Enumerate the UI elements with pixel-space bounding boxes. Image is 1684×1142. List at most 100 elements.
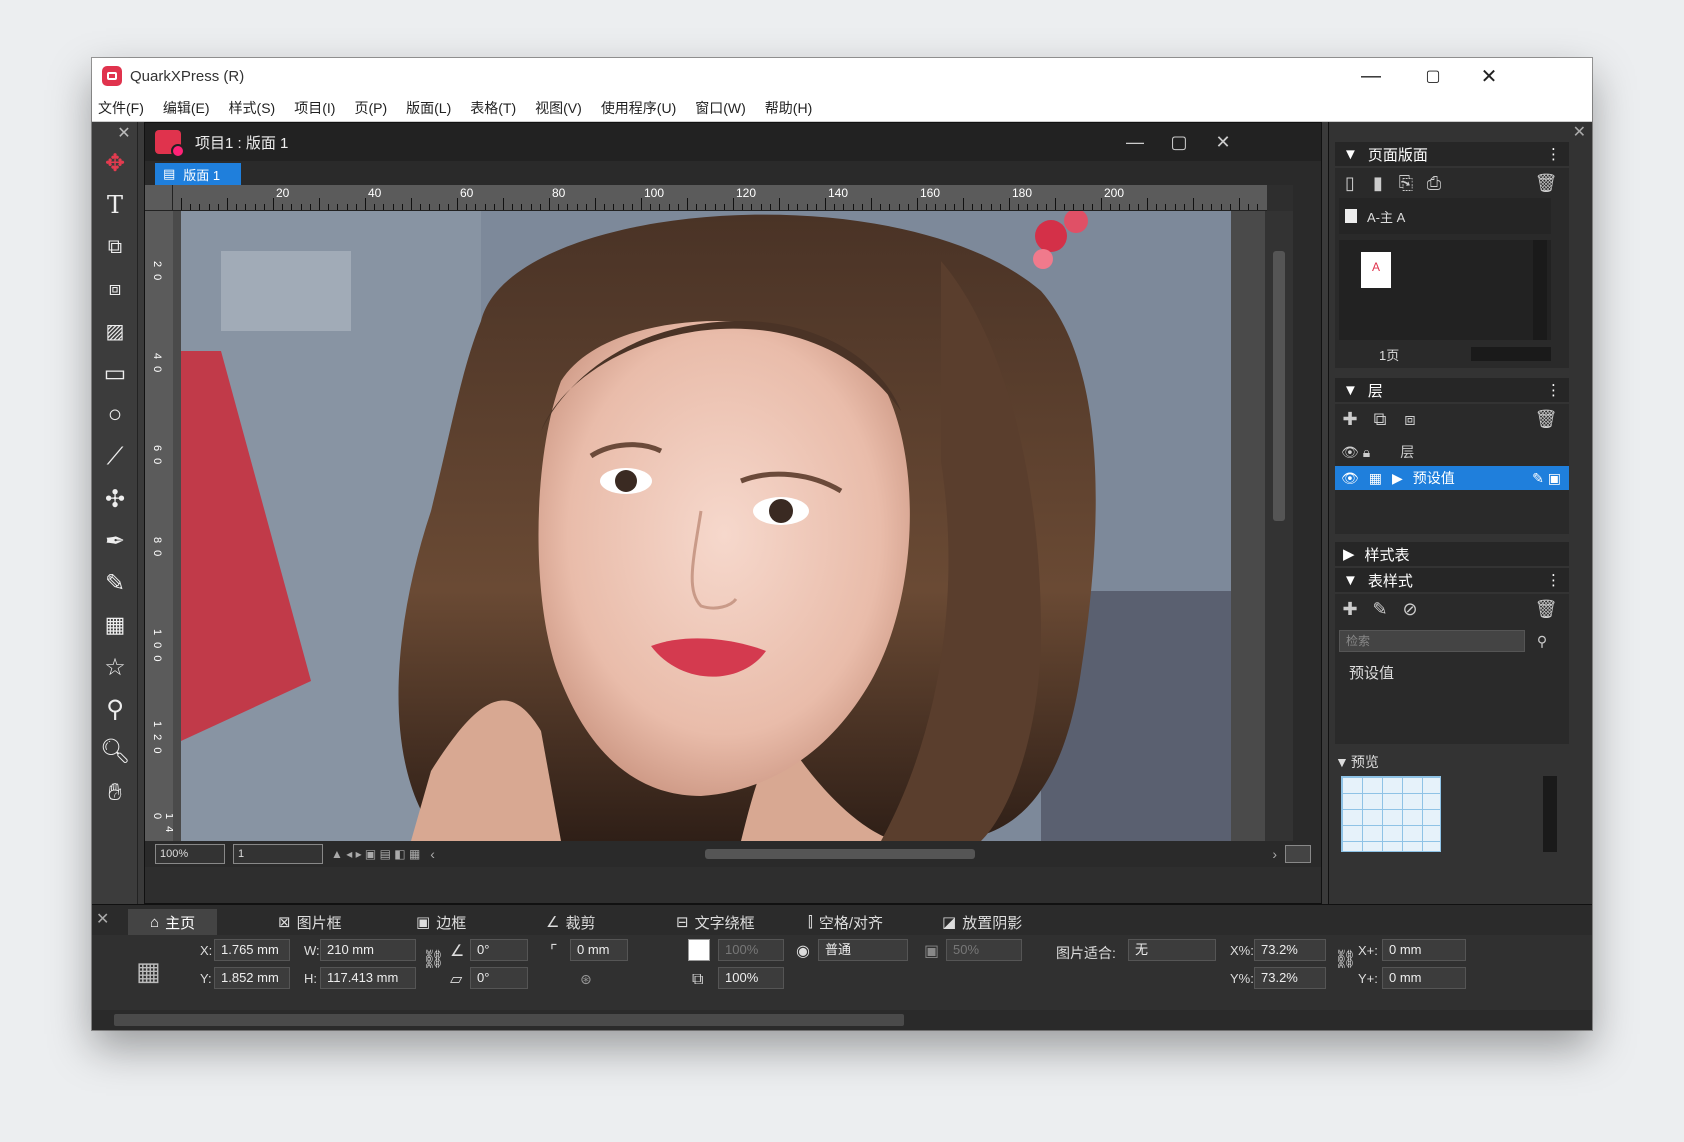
delete-page-icon[interactable]: 🗑︎ [1535, 172, 1558, 194]
page-number-field[interactable]: 1 [233, 844, 323, 864]
scroll-right-icon[interactable]: › [1272, 846, 1277, 862]
menu-layout[interactable]: 版面(L) [406, 98, 451, 118]
blank-page-icon[interactable]: ▯ [1339, 172, 1361, 194]
corner-radius-field[interactable]: 0 mm [570, 939, 628, 961]
menu-help[interactable]: 帮助(H) [765, 98, 812, 118]
collapse-triangle-icon[interactable]: ▼ [1343, 572, 1358, 589]
close-button[interactable]: ✕ [1460, 58, 1518, 94]
collapse-triangle-icon[interactable]: ▼ [1343, 382, 1358, 399]
add-table-style-icon[interactable]: ✚ [1339, 598, 1361, 620]
x-field[interactable]: 1.765 mm [214, 939, 290, 961]
scroll-left-icon[interactable]: ‹ [430, 846, 435, 862]
text-linking-tool-icon[interactable]: ⧉ [96, 228, 134, 266]
scale-link-icon[interactable]: ⛓︎ [1334, 949, 1357, 970]
edit-table-style-icon[interactable]: ✎ [1369, 598, 1391, 620]
opacity-dim-field[interactable]: 100% [718, 939, 784, 961]
menu-page[interactable]: 页(P) [354, 98, 387, 118]
doc-minimize-button[interactable]: — [1113, 123, 1157, 161]
edit-layer-icon[interactable]: ✎ ▣ [1532, 470, 1561, 487]
tab-picture-box[interactable]: ⊠ 图片框 [256, 909, 364, 935]
rotation-field[interactable]: 0° [470, 939, 528, 961]
shade-dim-field[interactable]: 50% [946, 939, 1022, 961]
collapse-triangle-icon[interactable]: ▼ [1343, 146, 1358, 163]
expand-triangle-icon[interactable]: ▶ [1343, 545, 1355, 563]
tab-space-align[interactable]: ⫿ 空格/对齐 [786, 909, 905, 935]
horizontal-ruler[interactable]: 20 40 60 80 100 120 140 160 180 200 [173, 185, 1267, 211]
x-scale-field[interactable]: 73.2% [1254, 939, 1326, 961]
expand-icon[interactable]: ▶ [1392, 470, 1403, 487]
table-styles-header[interactable]: ▼ 表样式 ⋮ [1335, 568, 1569, 592]
preview-scrollbar[interactable] [1543, 776, 1557, 852]
picture-content-tool-icon[interactable]: ▨ [96, 312, 134, 350]
page-canvas[interactable] [173, 211, 1267, 841]
oval-box-tool-icon[interactable]: ○ [96, 396, 134, 434]
duplicate-page-icon[interactable]: ⎘ [1395, 172, 1417, 194]
tab-home[interactable]: ⌂ 主页 [128, 909, 218, 935]
h-field[interactable]: 117.413 mm [320, 967, 416, 989]
color-swatch[interactable] [688, 939, 710, 961]
menu-window[interactable]: 窗口(W) [695, 98, 746, 118]
item-tool-icon[interactable]: ✥ [96, 144, 134, 182]
delete-table-style-icon[interactable]: 🗑︎ [1535, 598, 1558, 620]
x-offset-field[interactable]: 0 mm [1382, 939, 1466, 961]
line-tool-icon[interactable]: ⟋ [96, 438, 134, 476]
pan-tool-icon[interactable]: ✋︎ [96, 774, 134, 812]
close-measurements-icon[interactable]: ✕ [96, 909, 109, 929]
menu-utilities[interactable]: 使用程序(U) [601, 98, 676, 118]
freehand-tool-icon[interactable]: ✎ [96, 564, 134, 602]
drop-shadow-toggle-icon[interactable]: ▣ [924, 941, 939, 961]
ruler-origin[interactable] [145, 185, 173, 211]
style-sheets-header[interactable]: ▶ 样式表 [1335, 542, 1569, 566]
y-scale-field[interactable]: 73.2% [1254, 967, 1326, 989]
preview-header[interactable]: ▼ 预览 [1335, 752, 1569, 772]
layer-visible-icon[interactable]: 👁︎ [1341, 470, 1359, 487]
thumbs-scrollbar[interactable] [1533, 240, 1547, 340]
page-scroll[interactable] [1471, 347, 1551, 361]
vertical-ruler[interactable]: 2 0 4 0 6 0 8 0 1 0 0 1 2 0 1 4 0 [145, 211, 175, 841]
page-thumbnail[interactable]: A [1361, 252, 1391, 288]
tab-runaround[interactable]: ⊟ 文字绕框 [654, 909, 777, 935]
delete-layer-icon[interactable]: 🗑︎ [1535, 408, 1558, 430]
blend-mode-select[interactable]: 普通 [818, 939, 908, 961]
duplicate-table-style-icon[interactable]: ⊘ [1399, 598, 1421, 620]
starburst-tool-icon[interactable]: ☆ [96, 648, 134, 686]
split-view-icon[interactable] [1285, 845, 1311, 863]
opacity-field[interactable]: 100% [718, 967, 784, 989]
rectangle-box-tool-icon[interactable]: ▭ [96, 354, 134, 392]
doc-close-button[interactable]: ✕ [1201, 123, 1245, 161]
horizontal-scroll-thumb[interactable] [705, 849, 975, 859]
add-layer-icon[interactable]: ✚ [1339, 408, 1361, 430]
collapse-triangle-icon[interactable]: ▼ [1335, 754, 1349, 770]
table-style-search[interactable]: 检索 [1339, 630, 1525, 652]
vertical-scrollbar[interactable] [1265, 211, 1293, 841]
merge-layer-icon[interactable]: ⧈ [1399, 408, 1421, 430]
page-info-icon[interactable]: ⎙ [1423, 172, 1445, 194]
page-thumbnail-area[interactable]: A [1339, 240, 1551, 340]
layout-tab[interactable]: ▤ 版面 1 [155, 163, 241, 185]
page-nav-icon[interactable]: ▲ ◂ ▸ ▣ ▤ ◧ ▦ [331, 847, 420, 861]
picture-box[interactable] [181, 211, 1231, 841]
skew-field[interactable]: 0° [470, 967, 528, 989]
panel-menu-icon[interactable]: ⋮ [1546, 381, 1561, 399]
flip-icon[interactable]: ⊛ [580, 971, 592, 988]
layer-row-default[interactable]: 👁︎ ▦ ▶ 预设值 ✎ ▣ [1335, 466, 1569, 490]
close-tools-icon[interactable]: ✕ [114, 122, 134, 144]
zoom-tool-icon[interactable]: 🔍︎ [96, 732, 134, 770]
text-content-tool-icon[interactable]: T [96, 186, 134, 224]
close-palettes-icon[interactable]: ✕ [1573, 122, 1586, 142]
menu-file[interactable]: 文件(F) [98, 98, 144, 118]
eyedropper-tool-icon[interactable]: ⚲ [96, 690, 134, 728]
vertical-scroll-thumb[interactable] [1273, 251, 1285, 521]
panel-menu-icon[interactable]: ⋮ [1546, 145, 1561, 163]
w-field[interactable]: 210 mm [320, 939, 416, 961]
measurements-scrollbar[interactable] [92, 1010, 1592, 1030]
y-field[interactable]: 1.852 mm [214, 967, 290, 989]
tab-drop-shadow[interactable]: ◪ 放置阴影 [920, 909, 1044, 935]
menu-item[interactable]: 项目(I) [294, 98, 335, 118]
master-page-row[interactable]: A-主 A [1339, 198, 1551, 234]
menu-view[interactable]: 视图(V) [535, 98, 582, 118]
master-page-icon[interactable]: ▮ [1367, 172, 1389, 194]
table-tool-icon[interactable]: ▦ [96, 606, 134, 644]
search-icon[interactable]: ⚲ [1531, 630, 1553, 652]
reference-point-icon[interactable]: ▦ [136, 953, 172, 989]
